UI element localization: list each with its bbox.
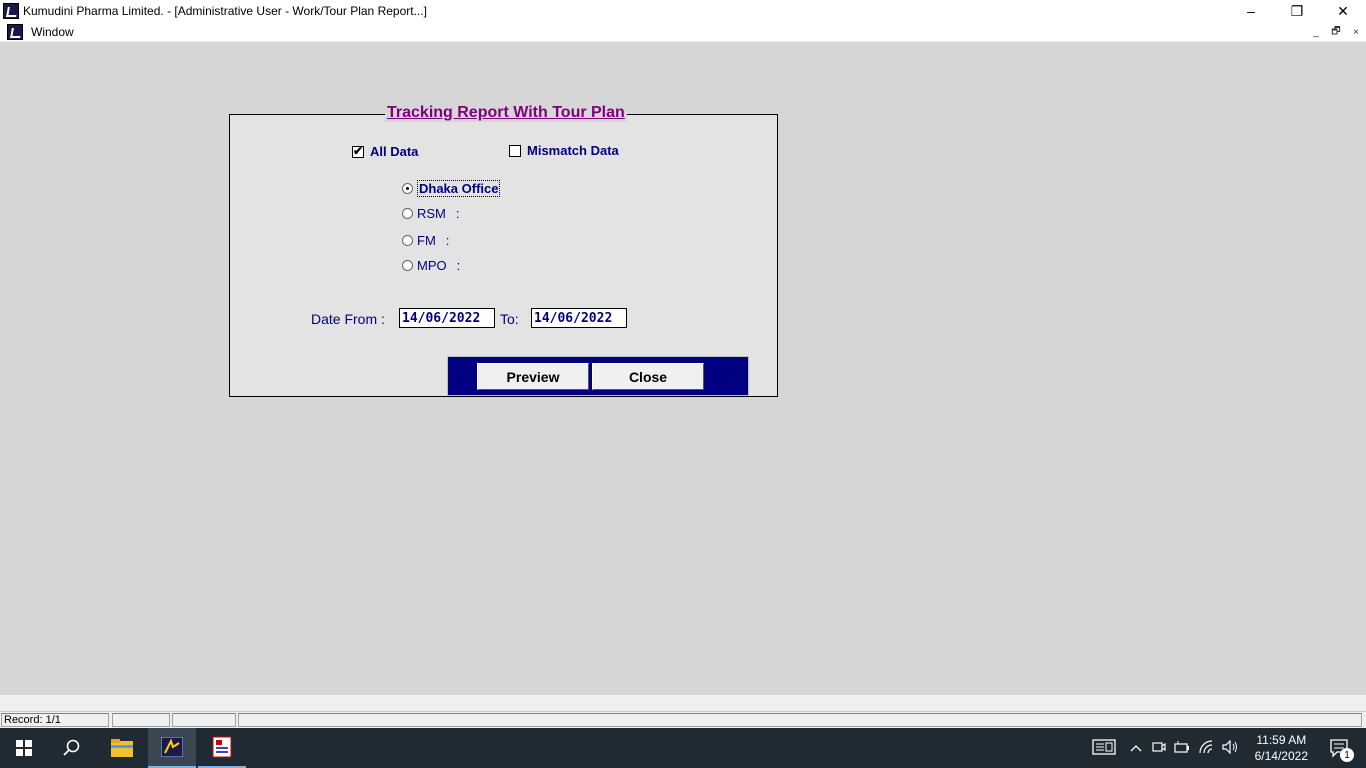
app-report-icon[interactable] [198, 728, 246, 768]
menu-bar: Window _ 🗗 × [0, 22, 1366, 42]
radio-rsm-label: RSM [417, 206, 446, 221]
close-button[interactable]: Close [592, 363, 704, 390]
mdi-child-icon[interactable] [7, 23, 23, 40]
news-icon[interactable] [1092, 738, 1116, 758]
maximize-button[interactable]: ❐ [1274, 0, 1320, 22]
windows-start-icon[interactable] [0, 728, 48, 768]
radio-fm-dot[interactable] [402, 235, 413, 246]
mismatch-data-label: Mismatch Data [527, 143, 619, 158]
system-tray [1092, 728, 1240, 768]
search-icon[interactable] [48, 728, 96, 768]
window-controls: – ❐ ✕ [1228, 0, 1366, 22]
file-explorer-icon[interactable] [98, 728, 146, 768]
notification-count-badge: 1 [1340, 748, 1354, 762]
notification-center-icon[interactable]: 1 [1318, 728, 1362, 768]
mdi-controls: _ 🗗 × [1308, 25, 1364, 39]
radio-rsm[interactable]: RSM : [402, 206, 460, 221]
menu-window[interactable]: Window [31, 25, 74, 39]
report-form-panel [229, 114, 778, 397]
radio-fm[interactable]: FM : [402, 233, 449, 248]
mismatch-data-checkbox[interactable]: Mismatch Data [509, 143, 619, 158]
app-kumudini-icon[interactable] [148, 728, 196, 768]
mdi-close-button[interactable]: × [1348, 25, 1364, 39]
radio-fm-colon: : [445, 233, 450, 248]
status-cell-3 [172, 713, 236, 727]
window-title: Kumudini Pharma Limited. - [Administrati… [23, 4, 427, 18]
radio-mpo-dot[interactable] [402, 260, 413, 271]
date-from-input[interactable]: 14/06/2022 [399, 308, 495, 328]
status-record: Record: 1/1 [1, 713, 109, 727]
mdi-restore-button[interactable]: 🗗 [1328, 25, 1344, 39]
mdi-minimize-button[interactable]: _ [1308, 25, 1324, 39]
all-data-label: All Data [370, 144, 419, 159]
meet-now-icon[interactable] [1152, 740, 1166, 757]
mismatch-data-checkbox-box[interactable] [509, 144, 521, 157]
battery-power-icon[interactable] [1174, 740, 1190, 757]
radio-rsm-colon: : [455, 206, 460, 221]
radio-dhaka-office[interactable]: Dhaka Office [402, 180, 501, 197]
radio-mpo-colon: : [456, 258, 461, 273]
radio-dhaka-office-label: Dhaka Office [417, 180, 501, 197]
radio-fm-label: FM [417, 233, 436, 248]
date-from-label: Date From : [311, 311, 385, 327]
date-to-input[interactable]: 14/06/2022 [531, 308, 627, 328]
status-cell-2 [112, 713, 170, 727]
status-cell-4 [238, 713, 1362, 727]
all-data-checkbox[interactable]: All Data [352, 144, 418, 159]
title-bar: Kumudini Pharma Limited. - [Administrati… [0, 0, 1366, 22]
wifi-icon[interactable] [1198, 739, 1214, 757]
date-to-label: To: [500, 311, 519, 327]
all-data-checkbox-box[interactable] [352, 144, 364, 158]
clock-date: 6/14/2022 [1254, 749, 1308, 763]
radio-dhaka-office-dot[interactable] [402, 183, 413, 194]
clock-time: 11:59 AM [1256, 733, 1307, 747]
close-window-button[interactable]: ✕ [1320, 0, 1366, 22]
status-bar: Record: 1/1 [0, 711, 1366, 728]
taskbar: 11:59 AM 6/14/2022 1 [0, 728, 1366, 768]
system-clock[interactable]: 11:59 AM 6/14/2022 [1255, 732, 1308, 764]
statusbar-spacer [0, 695, 1366, 711]
preview-button[interactable]: Preview [477, 363, 589, 390]
form-title: Tracking Report With Tour Plan [385, 104, 627, 122]
radio-rsm-dot[interactable] [402, 208, 413, 219]
radio-mpo[interactable]: MPO : [402, 258, 460, 273]
app-icon [3, 3, 19, 19]
minimize-button[interactable]: – [1228, 0, 1274, 22]
radio-mpo-label: MPO [417, 258, 447, 273]
chevron-up-icon[interactable] [1130, 741, 1142, 755]
volume-icon[interactable] [1222, 739, 1240, 757]
